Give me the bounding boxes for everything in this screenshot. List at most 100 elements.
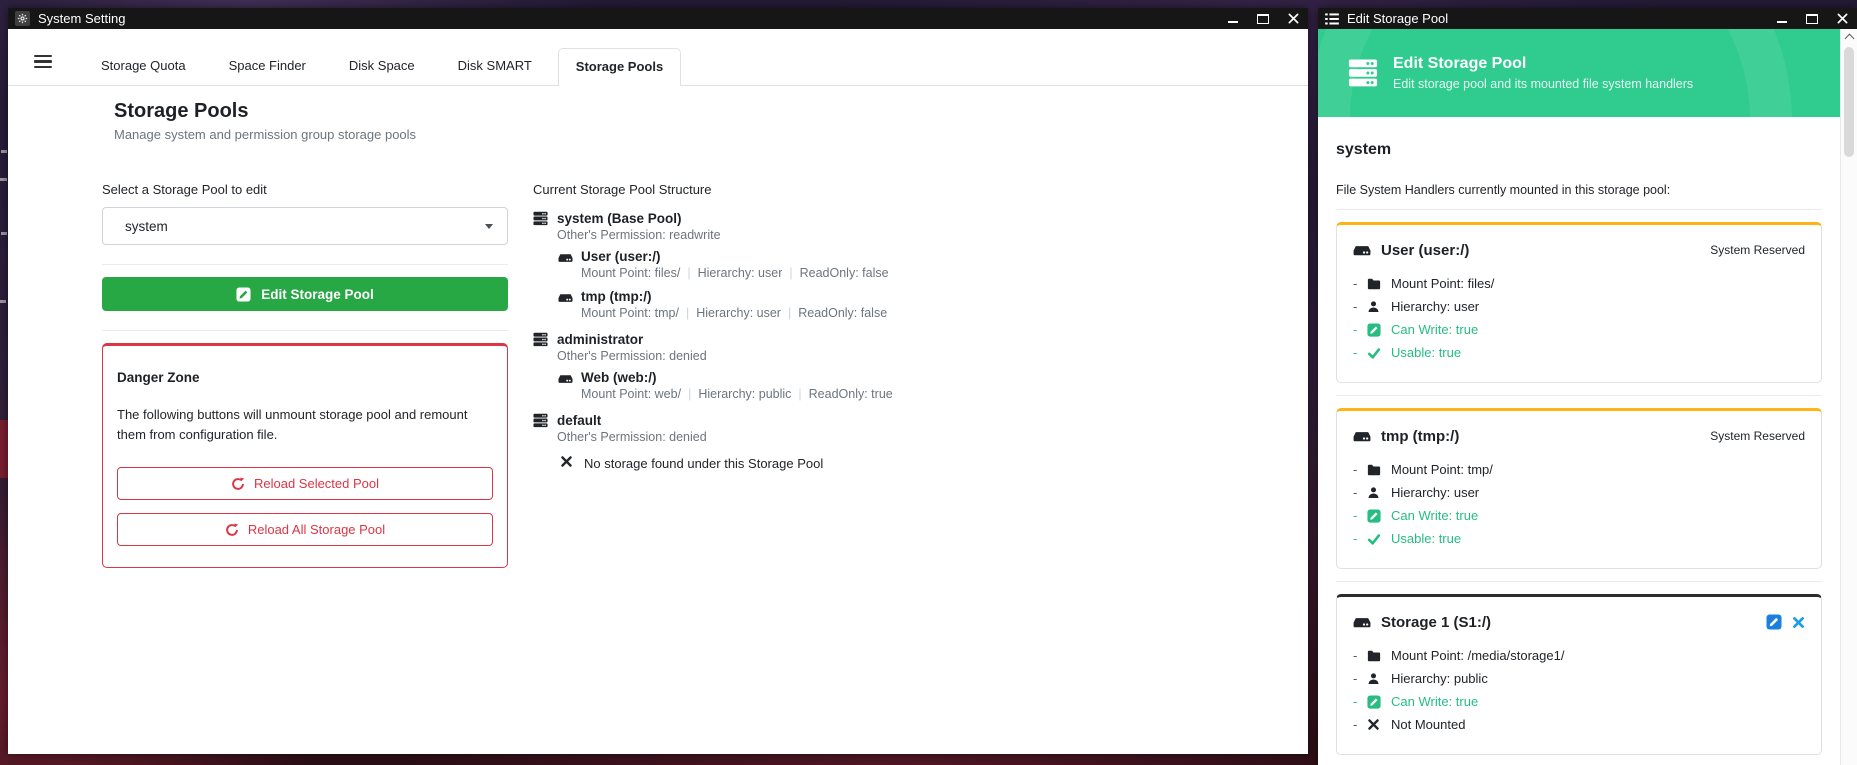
minimize-icon[interactable] xyxy=(1218,8,1248,29)
storage-name: tmp (tmp:/) xyxy=(581,289,887,305)
pool-name: administrator xyxy=(557,331,707,348)
system-reserved-badge: System Reserved xyxy=(1710,243,1805,257)
remove-handler-icon[interactable] xyxy=(1792,616,1805,629)
hdd-icon xyxy=(558,371,573,403)
handler-item: -Can Write: true xyxy=(1353,318,1805,341)
tab-disk-smart[interactable]: Disk SMART xyxy=(441,48,549,85)
gear-icon xyxy=(15,11,30,26)
close-icon[interactable] xyxy=(1278,8,1308,29)
header-title: Edit Storage Pool xyxy=(1393,55,1693,73)
edit-icon xyxy=(1367,323,1391,337)
close-icon[interactable] xyxy=(1827,8,1857,29)
handlers-description: File System Handlers currently mounted i… xyxy=(1336,183,1822,197)
server-icon xyxy=(533,211,548,243)
desktop-edge-fragment xyxy=(0,178,7,181)
pool-permission: Other's Permission: denied xyxy=(557,429,707,445)
check-icon xyxy=(1367,532,1391,546)
divider xyxy=(1336,395,1822,396)
no-storage-text: No storage found under this Storage Pool xyxy=(584,456,823,471)
handler-item: -Usable: true xyxy=(1353,341,1805,364)
tree-pool-default: default Other's Permission: denied No st… xyxy=(533,412,1193,471)
storage-pool-tree: system (Base Pool) Other's Permission: r… xyxy=(533,210,1193,471)
user-icon xyxy=(1367,672,1391,685)
handler-card-tmp: tmp (tmp:/) System Reserved -Mount Point… xyxy=(1336,408,1822,569)
danger-zone-card: Danger Zone The following buttons will u… xyxy=(102,343,508,568)
refresh-icon xyxy=(225,523,239,537)
pool-select[interactable]: system xyxy=(102,207,508,245)
folder-icon xyxy=(1367,649,1391,663)
tab-space-finder[interactable]: Space Finder xyxy=(212,48,323,85)
user-icon xyxy=(1367,300,1391,313)
desktop-edge-fragment xyxy=(0,420,8,478)
user-icon xyxy=(1367,486,1391,499)
window-title: Edit Storage Pool xyxy=(1347,11,1448,26)
reload-selected-pool-button[interactable]: Reload Selected Pool xyxy=(117,467,493,500)
desktop-edge-fragment xyxy=(1,150,7,153)
settings-tab-bar: Storage Quota Space Finder Disk Space Di… xyxy=(8,29,1308,86)
check-icon xyxy=(1367,346,1391,360)
pool-structure-column: Current Storage Pool Structure system (B… xyxy=(533,182,1193,480)
edit-handler-icon[interactable] xyxy=(1766,614,1782,630)
divider xyxy=(102,264,508,265)
pool-name: default xyxy=(557,412,707,429)
tab-disk-space[interactable]: Disk Space xyxy=(332,48,432,85)
system-setting-window: System Setting Storage Quota Space Finde… xyxy=(8,8,1308,754)
desktop: { "glyphs": { "separator": "|", "dash": … xyxy=(0,0,1857,765)
handler-item: -Mount Point: files/ xyxy=(1353,272,1805,295)
server-icon xyxy=(533,413,548,445)
pool-permission: Other's Permission: readwrite xyxy=(557,227,721,243)
tab-storage-pools[interactable]: Storage Pools xyxy=(558,48,681,86)
handler-item: -Not Mounted xyxy=(1353,713,1805,736)
maximize-icon[interactable] xyxy=(1797,8,1827,29)
pool-select-value: system xyxy=(125,219,168,234)
divider xyxy=(1336,209,1822,210)
no-storage-row: No storage found under this Storage Pool xyxy=(560,455,1193,471)
edit-icon xyxy=(236,287,251,302)
tree-storage-web: Web (web:/) Mount Point: web/|Hierarchy:… xyxy=(558,370,1193,403)
handler-card-storage1: Storage 1 (S1:/) -Mount Point: /media/st… xyxy=(1336,594,1822,755)
selected-pool-name: system xyxy=(1336,141,1840,159)
tree-pool-system: system (Base Pool) Other's Permission: r… xyxy=(533,210,1193,322)
system-setting-titlebar: System Setting xyxy=(8,8,1308,29)
tab-storage-quota[interactable]: Storage Quota xyxy=(84,48,203,85)
hdd-icon xyxy=(1353,613,1371,631)
edit-icon xyxy=(1367,695,1391,709)
tree-storage-tmp: tmp (tmp:/) Mount Point: tmp/|Hierarchy:… xyxy=(558,289,1193,322)
desktop-edge-fragment xyxy=(0,300,6,303)
scrollbar[interactable] xyxy=(1840,29,1857,765)
handler-item: -Hierarchy: public xyxy=(1353,667,1805,690)
handler-item: -Usable: true xyxy=(1353,527,1805,550)
hdd-icon xyxy=(1353,427,1371,445)
pool-select-label: Select a Storage Pool to edit xyxy=(102,182,508,197)
handler-card-user: User (user:/) System Reserved -Mount Poi… xyxy=(1336,222,1822,383)
pool-edit-column: Select a Storage Pool to edit system Edi… xyxy=(102,182,508,568)
maximize-icon[interactable] xyxy=(1248,8,1278,29)
hamburger-icon[interactable] xyxy=(34,55,52,69)
edit-pool-header: Edit Storage Pool Edit storage pool and … xyxy=(1318,29,1840,117)
scrollbar-thumb[interactable] xyxy=(1844,47,1854,157)
handler-name: Storage 1 (S1:/) xyxy=(1381,614,1491,631)
chevron-up-icon[interactable] xyxy=(1841,29,1857,45)
storage-detail: Mount Point: tmp/|Hierarchy: user|ReadOn… xyxy=(581,305,887,322)
folder-icon xyxy=(1367,463,1391,477)
handler-name: User (user:/) xyxy=(1381,242,1469,259)
handler-item: -Can Write: true xyxy=(1353,690,1805,713)
server-icon xyxy=(1348,58,1378,88)
desktop-edge-fragment xyxy=(1,232,7,235)
reload-all-storage-pool-button[interactable]: Reload All Storage Pool xyxy=(117,513,493,546)
caret-down-icon xyxy=(485,224,493,229)
handler-item: -Hierarchy: user xyxy=(1353,295,1805,318)
edit-storage-pool-button[interactable]: Edit Storage Pool xyxy=(102,277,508,311)
structure-label: Current Storage Pool Structure xyxy=(533,182,1193,197)
handler-item: -Mount Point: tmp/ xyxy=(1353,458,1805,481)
edit-storage-pool-window: Edit Storage Pool Edit Storage Pool Edit… xyxy=(1318,8,1857,765)
danger-zone-description: The following buttons will unmount stora… xyxy=(117,405,493,445)
storage-detail: Mount Point: files/|Hierarchy: user|Read… xyxy=(581,265,889,282)
storage-detail: Mount Point: web/|Hierarchy: public|Read… xyxy=(581,386,893,403)
minimize-icon[interactable] xyxy=(1767,8,1797,29)
server-icon xyxy=(533,332,548,364)
hdd-icon xyxy=(1353,241,1371,259)
danger-zone-title: Danger Zone xyxy=(117,370,493,385)
header-subtitle: Edit storage pool and its mounted file s… xyxy=(1393,77,1693,91)
pool-permission: Other's Permission: denied xyxy=(557,348,707,364)
